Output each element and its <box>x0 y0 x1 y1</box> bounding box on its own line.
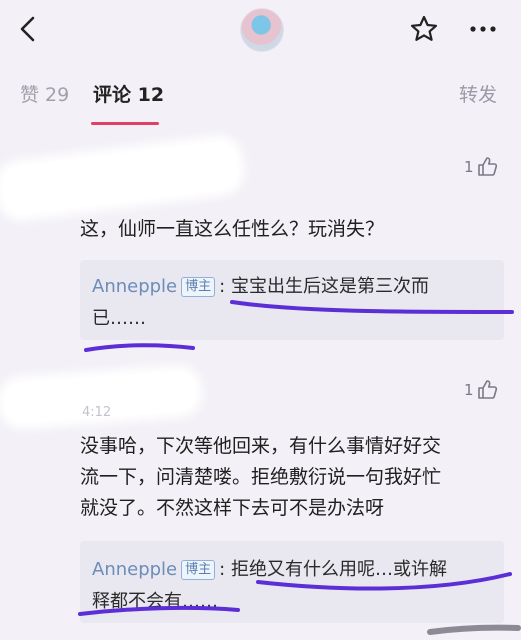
thumbs-up-icon[interactable] <box>476 378 498 400</box>
redacted-username <box>0 139 241 217</box>
reply-author[interactable]: Anneppl​e <box>92 276 177 297</box>
reply-line: Anneppl​e 博主: 拒绝又有什么用呢…或许解 <box>92 555 447 581</box>
active-tab-indicator <box>91 122 159 125</box>
star-icon[interactable] <box>409 14 439 44</box>
comment-text: 这，仙师一直这么任性么？玩消失？ <box>80 218 385 240</box>
host-badge: 博主 <box>181 560 216 580</box>
tab-comments[interactable]: 评论 12 <box>93 80 164 107</box>
comment-text: 没事哈，下次等他回来，有什么事情好好交 流一下，问清楚喽。拒绝敷衍说一句我好忙 … <box>80 431 490 524</box>
reply-text: : 拒绝又有什么用呢…或许解 <box>219 559 447 580</box>
avatar[interactable] <box>240 8 284 52</box>
top-bar <box>0 0 521 62</box>
like-count: 1 <box>464 381 474 399</box>
host-badge: 博主 <box>181 277 216 297</box>
comment-item: 4:12 1 没事哈，下次等他回来，有什么事情好好交 流一下，问清楚喽。拒绝敷衍… <box>0 365 521 640</box>
reply-text: : 宝宝出生后这是第三次而 <box>219 276 429 297</box>
reply-line: Anneppl​e 博主: 宝宝出生后这是第三次而 <box>92 272 429 298</box>
tab-forward[interactable]: 转发 <box>459 80 497 107</box>
reply-text-continued: 释都不会有…… <box>92 591 218 612</box>
like-count: 1 <box>464 158 474 176</box>
reply-text-continued: 已…… <box>92 308 146 329</box>
more-icon[interactable] <box>466 16 500 42</box>
comment-text-line: 就没了。不然这样下去可不是办法呀 <box>80 497 385 519</box>
author-reply[interactable]: Anneppl​e 博主: 宝宝出生后这是第三次而 已…… <box>80 260 504 340</box>
comment-text-line: 流一下，问清楚喽。拒绝敷衍说一句我好忙 <box>80 466 442 488</box>
tab-likes[interactable]: 赞 29 <box>20 80 69 107</box>
thumbs-up-icon[interactable] <box>476 155 498 177</box>
comment-item: 1 这，仙师一直这么任性么？玩消失？ Anneppl​e 博主: 宝宝出生后这是第… <box>0 138 521 360</box>
reply-author[interactable]: Anneppl​e <box>92 559 177 580</box>
author-reply[interactable]: Anneppl​e 博主: 拒绝又有什么用呢…或许解 释都不会有…… <box>80 541 504 623</box>
comment-time: 4:12 <box>82 405 112 420</box>
comment-text-line: 没事哈，下次等他回来，有什么事情好好交 <box>80 435 442 457</box>
back-icon[interactable] <box>14 14 44 44</box>
tab-bar: 赞 29 评论 12 转发 <box>0 62 521 126</box>
